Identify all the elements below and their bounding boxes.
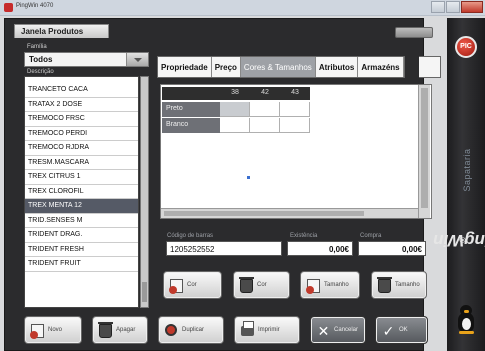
tab-preco[interactable]: Preço: [211, 57, 241, 77]
brand-subtitle-text: Sapataria: [462, 148, 472, 192]
delete-label: Apagar: [116, 327, 136, 333]
list-item[interactable]: TRATAX 2 DOSE: [25, 98, 138, 112]
list-item[interactable]: TREMOCO FRSC: [25, 112, 138, 127]
delete-size-label: Tamanho: [395, 282, 420, 288]
tab-janela-produtos[interactable]: Janela Produtos: [14, 24, 109, 38]
list-item-selected[interactable]: TREX MENTA 12: [25, 199, 138, 214]
grid-cell[interactable]: [250, 102, 280, 117]
cancel-label: Cancelar: [334, 327, 359, 333]
delete-color-button[interactable]: Cor: [233, 271, 290, 299]
list-item[interactable]: TRIDENT DRAG.: [25, 228, 138, 243]
grid-col-header[interactable]: 42: [250, 87, 280, 100]
print-button[interactable]: Imprimir: [234, 316, 300, 344]
duplicate-label: Duplicar: [182, 327, 205, 333]
close-icon: ✕: [317, 323, 330, 339]
new-label: Novo: [48, 327, 63, 333]
grid-cell[interactable]: [280, 102, 310, 117]
new-button[interactable]: Novo: [24, 316, 82, 344]
grid-col-header[interactable]: 38: [220, 87, 250, 100]
add-color-button[interactable]: Cor: [163, 271, 222, 299]
stock-label: Existência: [290, 233, 318, 239]
checkmark-icon: ✓: [382, 323, 395, 339]
grid-corner: [162, 87, 220, 100]
printer-icon: [241, 321, 254, 336]
list-item[interactable]: TRID.SENSES M: [25, 214, 138, 228]
product-tabs: Propriedade Preço Cores & Tamanhos Atrib…: [157, 56, 405, 78]
list-item[interactable]: TREX CITRUS 1: [25, 170, 138, 185]
brand-name: PingWin®: [433, 190, 485, 290]
delete-size-button[interactable]: Tamanho: [371, 271, 427, 299]
scrollbar-thumb[interactable]: [142, 282, 147, 302]
description-label: Descrição: [27, 69, 54, 75]
grid-row-header[interactable]: Preto: [162, 102, 220, 117]
grid-cell[interactable]: [220, 118, 250, 133]
stock-field[interactable]: 0,00€: [287, 241, 353, 256]
window-titlebar: PingWin 4070: [0, 0, 485, 16]
product-list-scrollbar[interactable]: [140, 76, 149, 308]
grid-cell[interactable]: [250, 118, 280, 133]
tabs-filler: [419, 56, 441, 78]
tab-atributos[interactable]: Atributos: [315, 57, 359, 77]
grid-vertical-scrollbar[interactable]: [418, 85, 430, 218]
app-icon: [4, 3, 13, 12]
grid-col-header[interactable]: 43: [280, 87, 310, 100]
list-item[interactable]: TRIDENT FRESH: [25, 243, 138, 257]
cancel-button[interactable]: ✕ Cancelar: [310, 316, 366, 344]
buy-price-label: Compra: [360, 233, 382, 239]
gear-icon: [165, 324, 177, 336]
category-select[interactable]: Todos: [24, 52, 149, 67]
brand-name-text: PingWin®: [433, 231, 485, 250]
minimize-button[interactable]: [431, 1, 445, 13]
window-controls: [430, 1, 483, 14]
grid-horizontal-scrollbar[interactable]: [161, 208, 418, 218]
tab-propriedade[interactable]: Propriedade: [158, 57, 212, 77]
category-label: Família: [27, 44, 47, 50]
delete-button[interactable]: Apagar: [92, 316, 148, 344]
add-icon: [169, 279, 183, 294]
list-item[interactable]: TREMOCO RJDRA: [25, 141, 138, 156]
tab-cores-tamanhos[interactable]: Cores & Tamanhos: [240, 57, 316, 77]
product-list[interactable]: TRANCETO CACA TRATAX 2 DOSE TREMOCO FRSC…: [24, 76, 139, 308]
add-size-label: Tamanho: [324, 282, 349, 288]
grid-cell[interactable]: [280, 118, 310, 133]
brand-name-word: PingWin: [433, 231, 485, 250]
add-size-button[interactable]: Tamanho: [300, 271, 360, 299]
print-label: Imprimir: [258, 327, 280, 333]
trash-icon: [239, 277, 254, 293]
ok-label: OK: [399, 327, 408, 333]
barcode-label: Código de barras: [167, 233, 214, 239]
new-document-icon: [30, 324, 44, 339]
pic-logo: PIC: [455, 36, 477, 58]
category-value: Todos: [29, 55, 53, 64]
duplicate-button[interactable]: Duplicar: [158, 316, 224, 344]
add-color-label: Cor: [187, 282, 197, 288]
grid-row-header[interactable]: Branco: [162, 118, 220, 133]
scrollbar-thumb[interactable]: [421, 88, 428, 208]
trash-icon: [377, 277, 392, 293]
panel-close-tab[interactable]: [395, 27, 433, 38]
grid-cell[interactable]: [220, 102, 250, 117]
list-item[interactable]: TRESM.MASCARA: [25, 156, 138, 170]
ok-button[interactable]: ✓ OK: [375, 316, 428, 344]
scrollbar-thumb[interactable]: [164, 211, 364, 216]
brand-subtitle: Sapataria: [452, 148, 482, 192]
close-window-button[interactable]: [461, 1, 483, 13]
tab-armazens[interactable]: Armazéns: [358, 57, 404, 77]
list-item[interactable]: TRANCETO CACA: [25, 83, 138, 98]
add-icon: [306, 279, 320, 294]
barcode-field[interactable]: 1205252552: [166, 241, 282, 256]
list-clipped-row: [25, 77, 138, 83]
list-item[interactable]: TREMOCO PERDI: [25, 127, 138, 141]
buy-price-field[interactable]: 0,00€: [358, 241, 426, 256]
chevron-down-icon[interactable]: [126, 53, 148, 66]
maximize-button[interactable]: [446, 1, 460, 13]
delete-color-label: Cor: [257, 282, 267, 288]
list-item[interactable]: TREX CLOROFIL: [25, 185, 138, 199]
window-title: PingWin 4070: [16, 3, 54, 9]
grid-marker: [247, 176, 250, 179]
trash-icon: [98, 322, 113, 338]
list-item[interactable]: TRIDENT FRUIT: [25, 257, 138, 272]
penguin-mascot-icon: [456, 304, 476, 334]
